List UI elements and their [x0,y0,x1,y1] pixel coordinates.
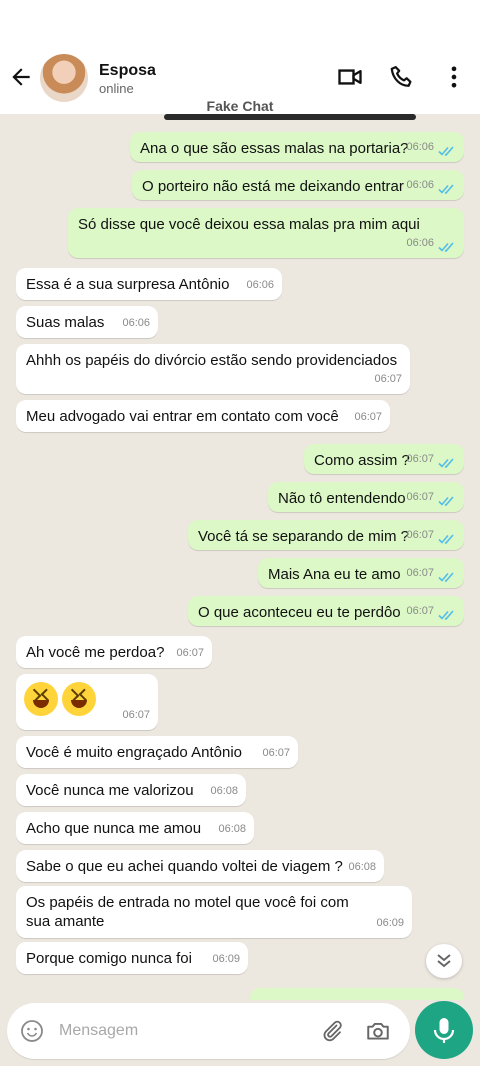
message-time: 06:09 [376,917,404,929]
phone-icon[interactable] [388,63,416,91]
message-text: Ah você me perdoa? [26,644,165,661]
message-text: Suas malas [26,314,105,331]
message-bubble[interactable]: Porque comigo nunca foi 06:09 [16,942,248,974]
back-arrow-icon[interactable] [8,64,34,90]
camera-icon[interactable] [365,1018,391,1044]
message-bubble[interactable]: Você nunca me valorizou 06:08 [16,774,246,806]
message-text: O que aconteceu eu te perdôo [198,604,401,621]
message-bubble[interactable]: Como assim ? 06:07 [304,444,464,474]
message-text: Mais Ana eu te amo [268,566,401,583]
message-bubble[interactable]: Não tô entendendo 06:07 [268,482,464,512]
scroll-to-bottom-button[interactable] [426,944,462,978]
message-text: Não tô entendendo [278,490,406,507]
message-time: 06:07 [354,411,382,423]
message-bubble[interactable]: Ana o que são essas malas na portaria? 0… [130,132,464,162]
double-chevron-down-icon [437,954,451,968]
message-time: 06:07 [406,491,434,503]
message-time: 06:08 [218,823,246,835]
read-ticks-icon [438,242,454,252]
message-text: Você é muito engraçado Antônio [26,744,242,761]
message-time: 06:07 [262,747,290,759]
message-bubble[interactable]: Meu advogado vai entrar em contato com v… [16,400,390,432]
message-bubble[interactable]: 06:07 [16,674,158,730]
message-time: 06:07 [406,529,434,541]
message-input[interactable]: Mensagem [7,1003,410,1059]
emoji-icon[interactable] [20,1019,44,1043]
mic-button[interactable] [415,1001,473,1059]
message-bubble[interactable]: O que aconteceu eu te perdôo 06:07 [188,596,464,626]
read-ticks-icon [438,458,454,468]
message-time: 06:08 [210,785,238,797]
message-text: Essa é a sua surpresa Antônio [26,276,230,293]
message-time: 06:07 [406,453,434,465]
composer-bar: Mensagem [0,1000,480,1066]
message-time: 06:07 [374,373,402,385]
message-bubble[interactable]: Ahhh os papéis do divórcio estão sendo p… [16,344,410,394]
message-time: 06:06 [406,179,434,191]
message-bubble-partial[interactable] [250,988,464,1000]
avatar[interactable] [40,54,88,102]
message-text: Porque comigo nunca foi [26,950,192,967]
laughing-emoji-icon [24,682,58,716]
chat-area[interactable]: Ana o que são essas malas na portaria? 0… [0,114,480,1000]
message-bubble[interactable]: Mais Ana eu te amo 06:07 [258,558,464,588]
message-text: Como assim ? [314,452,410,469]
message-bubble[interactable]: Sabe o que eu achei quando voltei de via… [16,850,384,882]
watermark-label: Fake Chat [206,98,274,114]
message-text: Acho que nunca me amou [26,820,202,837]
message-time: 06:06 [246,279,274,291]
message-text: Ana o que são essas malas na portaria? [140,140,409,157]
message-bubble[interactable]: Ah você me perdoa? 06:07 [16,636,212,668]
message-time: 06:07 [406,567,434,579]
watermark-bar [164,114,416,120]
read-ticks-icon [438,496,454,506]
message-time: 06:06 [406,237,434,249]
read-ticks-icon [438,610,454,620]
more-options-icon[interactable] [440,63,468,91]
message-text: Meu advogado vai entrar em contato com v… [26,408,339,425]
message-bubble[interactable]: Você é muito engraçado Antônio 06:07 [16,736,298,768]
message-text: Os papéis de entrada no motel que você f… [26,894,349,930]
message-bubble[interactable]: Os papéis de entrada no motel que você f… [16,886,412,938]
read-ticks-icon [438,184,454,194]
mic-icon [433,1018,455,1043]
video-call-icon[interactable] [336,63,364,91]
message-time: 06:06 [406,141,434,153]
read-ticks-icon [438,572,454,582]
message-time: 06:07 [122,709,150,721]
message-text: Sabe o que eu achei quando voltei de via… [26,858,343,875]
message-bubble[interactable]: Suas malas 06:06 [16,306,158,338]
attach-icon[interactable] [320,1019,344,1043]
message-text: O porteiro não está me deixando entrar [142,178,404,195]
read-ticks-icon [438,146,454,156]
message-bubble[interactable]: O porteiro não está me deixando entrar 0… [132,170,464,200]
message-text: Você tá se separando de mim ? [198,528,409,545]
message-time: 06:08 [348,861,376,873]
message-time: 06:06 [122,317,150,329]
message-bubble[interactable]: Só disse que você deixou essa malas pra … [68,208,464,258]
message-time: 06:07 [176,647,204,659]
message-bubble[interactable]: Essa é a sua surpresa Antônio 06:06 [16,268,282,300]
message-time: 06:09 [212,953,240,965]
message-text: Só disse que você deixou essa malas pra … [78,216,420,233]
message-time: 06:07 [406,605,434,617]
message-text: Você nunca me valorizou [26,782,194,799]
read-ticks-icon [438,534,454,544]
message-text: Ahhh os papéis do divórcio estão sendo p… [26,352,398,369]
message-bubble[interactable]: Você tá se separando de mim ? 06:07 [188,520,464,550]
contact-name[interactable]: Esposa [99,62,156,80]
message-placeholder: Mensagem [59,1022,139,1039]
message-bubble[interactable]: Acho que nunca me amou 06:08 [16,812,254,844]
contact-status: online [99,81,134,96]
laughing-emoji-icon [62,682,96,716]
